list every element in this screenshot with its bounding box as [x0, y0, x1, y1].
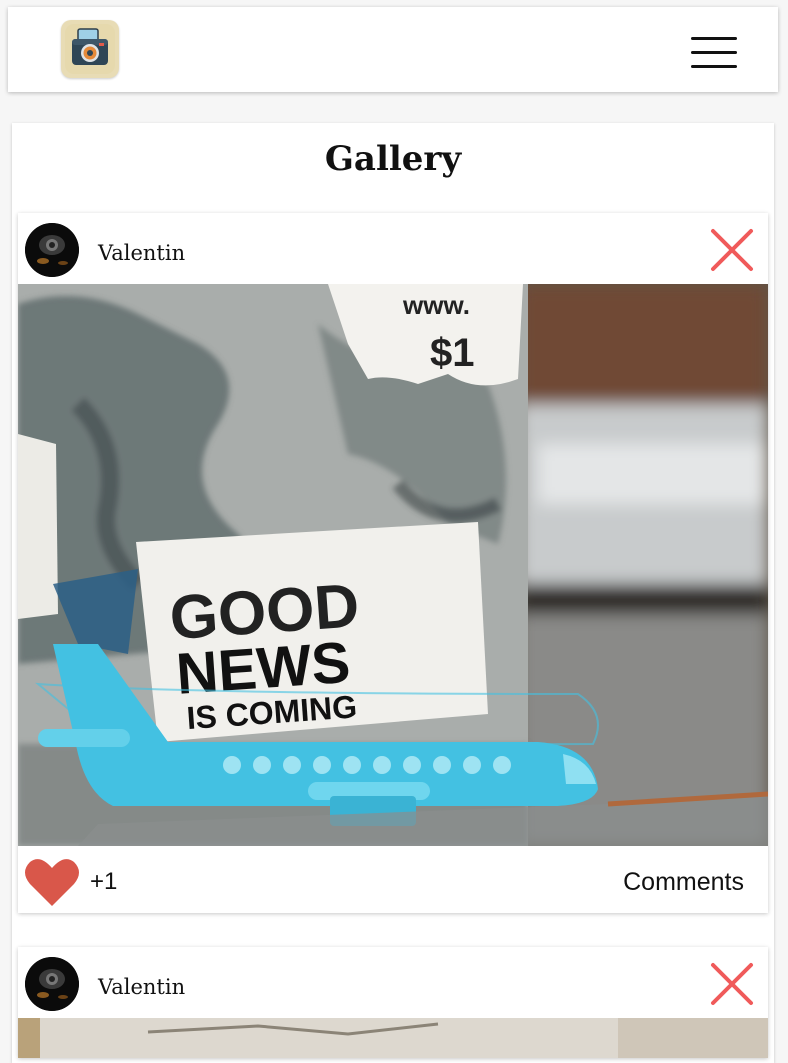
close-icon[interactable]	[710, 228, 754, 272]
post-author[interactable]: Valentin	[98, 241, 185, 265]
post-image[interactable]	[18, 1018, 768, 1058]
gallery-post-card: Valentin	[18, 213, 768, 913]
post-header: Valentin	[18, 213, 768, 284]
hamburger-menu-icon[interactable]	[691, 35, 739, 71]
comments-link[interactable]: Comments	[623, 868, 744, 897]
top-navbar	[8, 7, 778, 92]
like-count: +1	[90, 868, 118, 895]
post-image-graphic	[18, 1018, 768, 1058]
camera-icon[interactable]	[61, 20, 119, 78]
avatar-graphic	[25, 957, 79, 1011]
post-author[interactable]: Valentin	[98, 975, 185, 999]
post-image[interactable]: www. $1 GOOD NEWS IS COMING	[18, 284, 768, 846]
close-icon[interactable]	[710, 962, 754, 1006]
avatar[interactable]	[25, 957, 79, 1011]
post-footer: +1 Comments	[18, 846, 768, 913]
poster-torn-url: www.	[402, 290, 470, 320]
gallery-panel: Gallery Valentin www. $1 GOOD NEWS IS CO…	[12, 123, 774, 1063]
post-image-graphic: www. $1 GOOD NEWS IS COMING	[18, 284, 768, 846]
heart-icon[interactable]	[24, 856, 80, 908]
gallery-post-card: Valentin	[18, 947, 768, 1058]
post-header: Valentin	[18, 947, 768, 1018]
page-title: Gallery	[324, 139, 462, 179]
avatar[interactable]	[25, 223, 79, 277]
poster-torn-price: $1	[430, 331, 475, 375]
avatar-graphic	[25, 223, 79, 277]
camera-logo-graphic	[65, 24, 115, 74]
